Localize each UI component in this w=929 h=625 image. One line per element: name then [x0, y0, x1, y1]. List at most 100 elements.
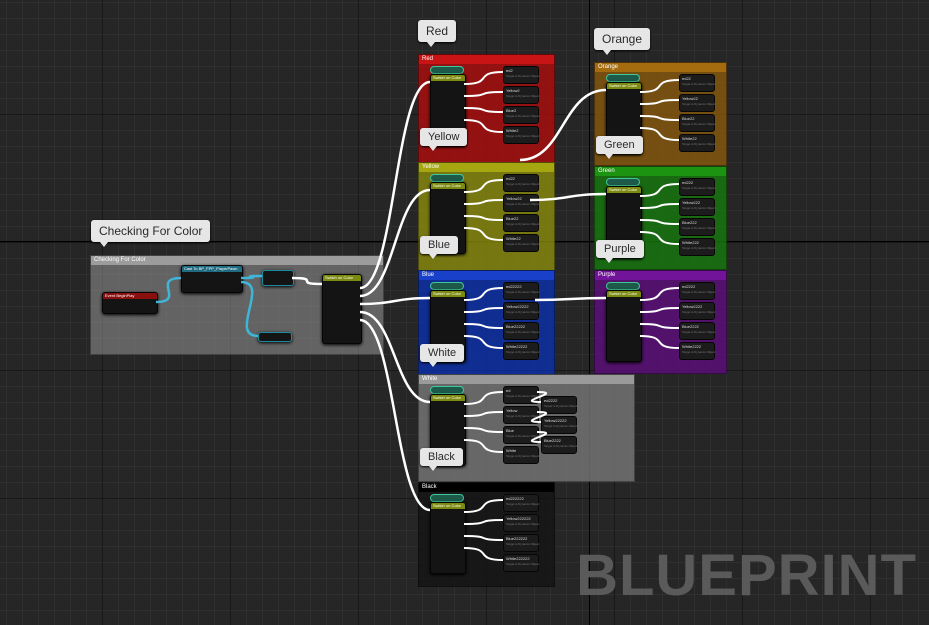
output-node-white-3[interactable]: White Target is Dynamic Object: [503, 446, 539, 464]
output-label: ed2: [506, 68, 513, 73]
comment-bubble-checking-for-color[interactable]: Checking For Color: [91, 220, 211, 247]
output-node-orange-0[interactable]: ed22 Target is Dynamic Object: [679, 74, 715, 92]
output-node-green-0[interactable]: ed222 Target is Dynamic Object: [679, 178, 715, 196]
color-variable-purple[interactable]: [606, 282, 640, 290]
output-node-purple-1[interactable]: Yellow2222 Target is Dynamic Object: [679, 302, 715, 320]
color-variable-white[interactable]: [430, 386, 464, 394]
output-node-black-2[interactable]: Blue222222 Target is Dynamic Object: [503, 534, 539, 552]
comment-bubble-red[interactable]: Red: [418, 20, 457, 47]
output-label: Yellow2222: [682, 304, 703, 309]
comment-bubble-orange[interactable]: Orange: [594, 28, 651, 55]
cast-bubble-yellow[interactable]: Blue: [420, 236, 459, 259]
output-node-green-3[interactable]: White222 Target is Dynamic Object: [679, 238, 715, 256]
extra-node-white-2[interactable]: Blue2222 Target is Dynamic Object: [541, 436, 577, 454]
output-node-purple-2[interactable]: Blue2222 Target is Dynamic Object: [679, 322, 715, 340]
output-node-white-0[interactable]: ed Target is Dynamic Object: [503, 386, 539, 404]
switch-node-purple[interactable]: Switch on Color: [606, 290, 642, 362]
output-label: Blue222222: [506, 536, 528, 541]
comment-title-yellow: Yellow: [419, 163, 554, 172]
output-label: White222222: [506, 556, 530, 561]
switch-node-black[interactable]: Switch on Color: [430, 502, 466, 574]
output-label: White2: [506, 128, 519, 133]
output-sublabel: Target is Dynamic Object: [682, 290, 716, 294]
cast-bubble-white[interactable]: Black: [420, 448, 463, 471]
output-sublabel: Target is Dynamic Object: [682, 330, 716, 334]
event-beginplay-node[interactable]: Event BeginPlay: [102, 292, 158, 314]
output-label: Yellow22: [506, 196, 522, 201]
blueprint-watermark: BLUEPRINT: [576, 543, 917, 608]
cast-bubble-blue[interactable]: White: [420, 344, 465, 367]
output-label: Yellow22222: [544, 418, 567, 423]
output-node-purple-0[interactable]: ed2222 Target is Dynamic Object: [679, 282, 715, 300]
output-node-black-1[interactable]: Yellow222222 Target is Dynamic Object: [503, 514, 539, 532]
color-variable-black[interactable]: [430, 494, 464, 502]
output-node-blue-2[interactable]: Blue22222 Target is Dynamic Object: [503, 322, 539, 340]
output-node-white-2[interactable]: Blue Target is Dynamic Object: [503, 426, 539, 444]
grid-axis-vertical: [589, 0, 590, 625]
output-node-green-2[interactable]: Blue222 Target is Dynamic Object: [679, 218, 715, 236]
cast-node[interactable]: Cast To BP_FPP_PlayerPawn: [181, 265, 243, 293]
output-label: ed: [506, 388, 511, 393]
output-node-yellow-3[interactable]: White22 Target is Dynamic Object: [503, 234, 539, 252]
output-node-blue-0[interactable]: ed22222 Target is Dynamic Object: [503, 282, 539, 300]
extra-node-white-0[interactable]: ed2222 Target is Dynamic Object: [541, 396, 577, 414]
output-node-white-1[interactable]: Yellow Target is Dynamic Object: [503, 406, 539, 424]
output-node-orange-2[interactable]: Blue22 Target is Dynamic Object: [679, 114, 715, 132]
output-node-orange-1[interactable]: Yellow22 Target is Dynamic Object: [679, 94, 715, 112]
cast-bubble-green[interactable]: Purple: [596, 240, 644, 263]
cast-bubble-red[interactable]: Yellow: [420, 128, 468, 151]
output-label: ed222222: [506, 496, 524, 501]
output-sublabel: Target is Dynamic Object: [506, 502, 540, 506]
output-label: Yellow222: [682, 200, 701, 205]
cast-bubble-orange[interactable]: Green: [596, 136, 643, 159]
color-variable-orange[interactable]: [606, 74, 640, 82]
output-node-yellow-2[interactable]: Blue22 Target is Dynamic Object: [503, 214, 539, 232]
comment-title-white: White: [419, 375, 634, 384]
output-sublabel: Target is Dynamic Object: [506, 114, 540, 118]
output-label: White: [506, 448, 517, 453]
output-label: Yellow: [506, 408, 518, 413]
switch-title-black: Switch on Color: [431, 503, 465, 509]
output-label: White2222: [682, 344, 702, 349]
output-node-red-0[interactable]: ed2 Target is Dynamic Object: [503, 66, 539, 84]
color-variable-red[interactable]: [430, 66, 464, 74]
output-sublabel: Target is Dynamic Object: [506, 542, 540, 546]
output-sublabel: Target is Dynamic Object: [682, 226, 716, 230]
output-sublabel: Target is Dynamic Object: [682, 122, 716, 126]
output-sublabel: Target is Dynamic Object: [506, 290, 540, 294]
output-node-green-1[interactable]: Yellow222 Target is Dynamic Object: [679, 198, 715, 216]
output-node-black-3[interactable]: White222222 Target is Dynamic Object: [503, 554, 539, 572]
output-node-black-0[interactable]: ed222222 Target is Dynamic Object: [503, 494, 539, 512]
output-label: Yellow22222: [506, 304, 529, 309]
output-node-red-1[interactable]: Yellow2 Target is Dynamic Object: [503, 86, 539, 104]
variable-get-node-2[interactable]: [258, 332, 292, 342]
output-label: Blue22: [682, 116, 695, 121]
output-sublabel: Target is Dynamic Object: [506, 454, 540, 458]
output-label: ed222: [682, 180, 694, 185]
color-variable-blue[interactable]: [430, 282, 464, 290]
output-node-yellow-1[interactable]: Yellow22 Target is Dynamic Object: [503, 194, 539, 212]
output-sublabel: Target is Dynamic Object: [506, 202, 540, 206]
output-sublabel: Target is Dynamic Object: [682, 82, 716, 86]
output-sublabel: Target is Dynamic Object: [506, 330, 540, 334]
output-node-orange-3[interactable]: White22 Target is Dynamic Object: [679, 134, 715, 152]
extra-node-white-1[interactable]: Yellow22222 Target is Dynamic Object: [541, 416, 577, 434]
output-node-yellow-0[interactable]: ed22 Target is Dynamic Object: [503, 174, 539, 192]
output-label: ed22222: [506, 284, 522, 289]
output-node-blue-1[interactable]: Yellow22222 Target is Dynamic Object: [503, 302, 539, 320]
output-label: Blue2: [506, 108, 517, 113]
output-label: White22: [506, 236, 521, 241]
output-sublabel: Target is Dynamic Object: [506, 94, 540, 98]
output-node-red-3[interactable]: White2 Target is Dynamic Object: [503, 126, 539, 144]
output-label: White22: [682, 136, 697, 141]
color-variable-green[interactable]: [606, 178, 640, 186]
output-label: Blue22: [506, 216, 519, 221]
output-sublabel: Target is Dynamic Object: [506, 562, 540, 566]
output-node-purple-3[interactable]: White2222 Target is Dynamic Object: [679, 342, 715, 360]
output-node-red-2[interactable]: Blue2 Target is Dynamic Object: [503, 106, 539, 124]
main-switch-node[interactable]: Switch on Color: [322, 274, 362, 344]
variable-get-node[interactable]: [262, 270, 294, 286]
output-node-blue-3[interactable]: White22222 Target is Dynamic Object: [503, 342, 539, 360]
output-sublabel: Target is Dynamic Object: [682, 246, 716, 250]
color-variable-yellow[interactable]: [430, 174, 464, 182]
